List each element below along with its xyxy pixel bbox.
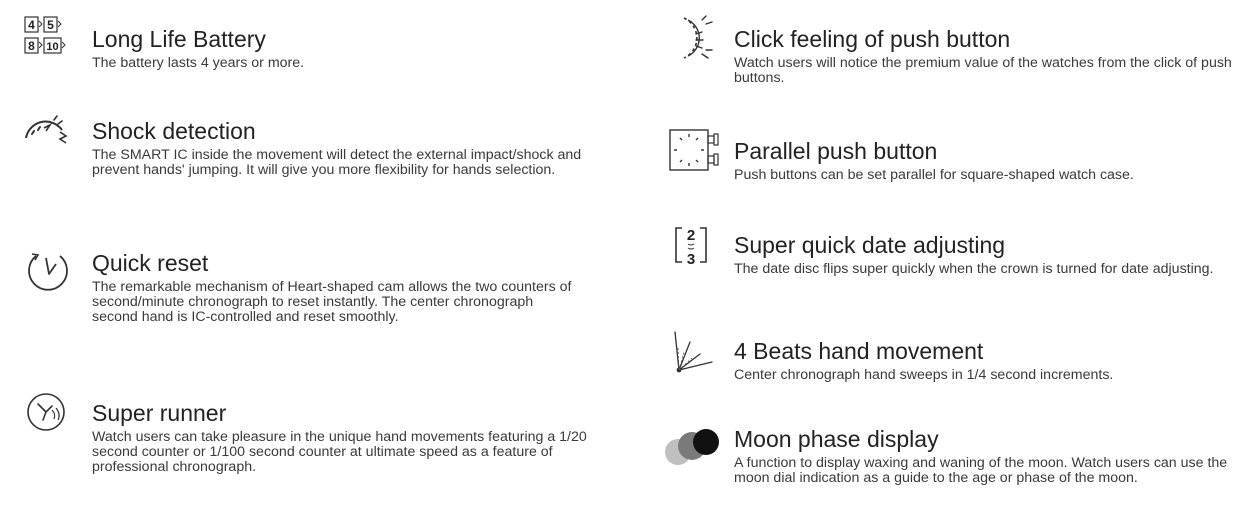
feature-description: The SMART IC inside the movement will de… (92, 147, 582, 178)
feature-description: Watch users can take pleasure in the uni… (92, 429, 587, 475)
battery-badge: 5 (47, 18, 54, 32)
feature-title: Quick reset (92, 250, 209, 276)
battery-badge: 8 (28, 39, 35, 53)
date-adjust-icon: 2 3 (672, 222, 712, 270)
feature-parallel-push-button: Parallel push button Push buttons can be… (668, 126, 1236, 196)
battery-badge: 4 (28, 18, 35, 32)
feature-description: Center chronograph hand sweeps in 1/4 se… (734, 367, 1114, 383)
feature-description: The date disc flips super quickly when t… (734, 261, 1214, 277)
shock-icon (24, 110, 72, 150)
feature-description: A function to display waxing and waning … (734, 455, 1228, 486)
feature-title: 4 Beats hand movement (734, 338, 984, 364)
feature-long-life-battery: 4 5 8 10 Long Life Battery The battery l… (24, 16, 584, 86)
feature-click-feeling: Click feeling of push button Watch users… (668, 14, 1236, 104)
feature-description: Watch users will notice the premium valu… (734, 55, 1232, 86)
feature-title: Shock detection (92, 118, 256, 144)
feature-description: The remarkable mechanism of Heart-shaped… (92, 279, 572, 325)
parallel-button-icon (668, 126, 724, 174)
feature-title: Parallel push button (734, 138, 938, 164)
feature-super-runner: Super runner Watch users can take pleasu… (24, 390, 587, 510)
moon-icon (664, 426, 720, 466)
feature-shock-detection: Shock detection The SMART IC inside the … (24, 110, 584, 210)
feature-4-beats: 4 Beats hand movement Center chronograph… (668, 328, 1236, 388)
feature-title: Super quick date adjusting (734, 232, 1006, 258)
feature-description: The battery lasts 4 years or more. (92, 55, 305, 71)
click-icon (676, 14, 716, 64)
date-digit: 3 (687, 251, 695, 268)
feature-title: Click feeling of push button (734, 26, 1011, 52)
feature-quick-reset: Quick reset The remarkable mechanism of … (24, 240, 584, 370)
feature-quick-date: 2 3 Super quick date adjusting The date … (668, 222, 1236, 302)
feature-title: Moon phase display (734, 426, 939, 452)
feature-title: Super runner (92, 400, 227, 426)
battery-years-icon: 4 5 8 10 (24, 16, 84, 62)
beats-icon (672, 328, 716, 376)
runner-icon (24, 390, 72, 438)
reset-icon (24, 248, 72, 296)
feature-description: Push buttons can be set parallel for squ… (734, 167, 1134, 183)
feature-title: Long Life Battery (92, 26, 266, 52)
date-digit: 2 (687, 227, 695, 244)
battery-badge: 10 (46, 41, 58, 53)
feature-moon-phase: Moon phase display A function to display… (665, 414, 1236, 524)
